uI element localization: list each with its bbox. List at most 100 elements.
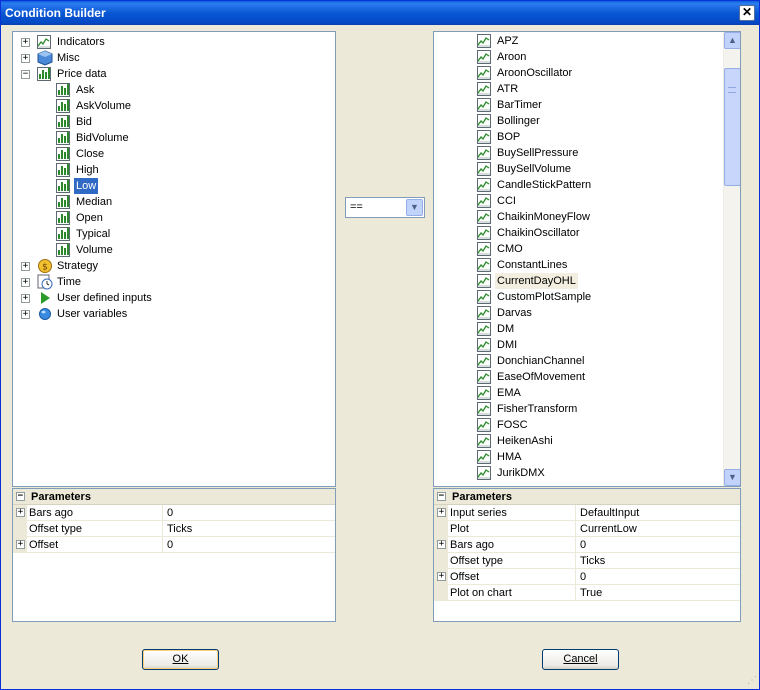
list-item[interactable]: BuySellPressure (434, 145, 722, 161)
tree-item-bid[interactable]: Bid (13, 114, 333, 130)
list-item[interactable]: ConstantLines (434, 257, 722, 273)
tree-item-user-variables[interactable]: + User variables (13, 306, 333, 322)
parameter-value[interactable]: 0 (162, 505, 335, 521)
list-item[interactable]: BuySellVolume (434, 161, 722, 177)
tree-item-low[interactable]: Low (13, 178, 333, 194)
expand-icon[interactable]: + (437, 572, 446, 581)
tree-item-median[interactable]: Median (13, 194, 333, 210)
list-item[interactable]: HeikenAshi (434, 433, 722, 449)
tree-item-bidvolume[interactable]: BidVolume (13, 130, 333, 146)
cancel-button[interactable]: Cancel (542, 649, 619, 670)
expand-icon[interactable]: + (21, 262, 30, 271)
tree-item-high[interactable]: High (13, 162, 333, 178)
tree-item-strategy[interactable]: + $ Strategy (13, 258, 333, 274)
parameters-header[interactable]: − Parameters (13, 489, 335, 505)
parameter-row[interactable]: + Offset 0 (13, 537, 335, 553)
list-item-label: DM (497, 323, 515, 335)
parameter-row[interactable]: Plot CurrentLow (434, 521, 740, 537)
tree-item-price-data[interactable]: − Price data (13, 66, 333, 82)
list-item[interactable]: FisherTransform (434, 401, 722, 417)
list-item[interactable]: CandleStickPattern (434, 177, 722, 193)
cube-icon (37, 50, 53, 66)
tree-item-open[interactable]: Open (13, 210, 333, 226)
list-item[interactable]: CustomPlotSample (434, 289, 722, 305)
tree-item-typical[interactable]: Typical (13, 226, 333, 242)
collapse-icon[interactable]: − (21, 70, 30, 79)
parameter-row[interactable]: Offset type Ticks (13, 521, 335, 537)
scroll-up-icon[interactable]: ▲ (724, 32, 740, 49)
expand-icon[interactable]: + (21, 54, 30, 63)
title-bar[interactable]: Condition Builder ✕ (1, 1, 759, 25)
list-item[interactable]: BOP (434, 129, 722, 145)
parameter-value[interactable]: 0 (162, 537, 335, 553)
list-item[interactable]: EaseOfMovement (434, 369, 722, 385)
parameter-row[interactable]: Offset type Ticks (434, 553, 740, 569)
list-item[interactable]: JurikDMX (434, 465, 722, 481)
parameter-value[interactable]: 0 (575, 537, 740, 553)
parameter-value[interactable]: Ticks (575, 553, 740, 569)
list-item[interactable]: HMA (434, 449, 722, 465)
list-item[interactable]: Darvas (434, 305, 722, 321)
ok-button[interactable]: OK (142, 649, 219, 670)
vertical-scrollbar[interactable]: ▲ ▼ (723, 32, 740, 486)
list-item[interactable]: DonchianChannel (434, 353, 722, 369)
tree-item-indicators[interactable]: + Indicators (13, 34, 333, 50)
parameter-row[interactable]: + Bars ago 0 (13, 505, 335, 521)
list-item[interactable]: DM (434, 321, 722, 337)
parameters-title: Parameters (31, 491, 91, 503)
operator-dropdown[interactable]: == ▼ (345, 197, 425, 218)
list-item[interactable]: ATR (434, 81, 722, 97)
bar-chart-icon (56, 211, 70, 225)
expand-icon[interactable]: + (16, 540, 25, 549)
list-item[interactable]: AroonOscillator (434, 65, 722, 81)
line-chart-icon (477, 338, 491, 352)
list-item[interactable]: CCI (434, 193, 722, 209)
parameter-value[interactable]: 0 (575, 569, 740, 585)
tree-item-misc[interactable]: + Misc (13, 50, 333, 66)
tree-item-time[interactable]: + Time (13, 274, 333, 290)
expand-icon[interactable]: + (21, 294, 30, 303)
parameter-value[interactable]: CurrentLow (575, 521, 740, 537)
list-item[interactable]: FOSC (434, 417, 722, 433)
expand-icon[interactable]: + (16, 508, 25, 517)
parameter-row[interactable]: + Input series DefaultInput (434, 505, 740, 521)
tree-item-askvolume[interactable]: AskVolume (13, 98, 333, 114)
collapse-icon[interactable]: − (437, 492, 446, 501)
scroll-down-icon[interactable]: ▼ (724, 469, 740, 486)
row-gutter (434, 585, 448, 601)
tree-item-volume[interactable]: Volume (13, 242, 333, 258)
line-chart-icon (477, 290, 491, 304)
expand-icon[interactable]: + (437, 540, 446, 549)
close-button[interactable]: ✕ (739, 5, 755, 21)
parameter-value[interactable]: DefaultInput (575, 505, 740, 521)
parameter-value[interactable]: True (575, 585, 740, 601)
scroll-thumb[interactable] (724, 68, 740, 186)
list-item[interactable]: CurrentDayOHL (434, 273, 722, 289)
list-item[interactable]: APZ (434, 33, 722, 49)
expand-icon[interactable]: + (21, 310, 30, 319)
parameter-row[interactable]: + Bars ago 0 (434, 537, 740, 553)
parameter-row[interactable]: + Offset 0 (434, 569, 740, 585)
list-item[interactable]: CMO (434, 241, 722, 257)
expand-icon[interactable]: + (437, 508, 446, 517)
parameter-value[interactable]: Ticks (162, 521, 335, 537)
list-item[interactable]: ChaikinMoneyFlow (434, 209, 722, 225)
resize-grip-icon[interactable]: ⋰ (745, 675, 757, 687)
parameters-header[interactable]: − Parameters (434, 489, 740, 505)
tree-item-close[interactable]: Close (13, 146, 333, 162)
collapse-icon[interactable]: − (16, 492, 25, 501)
line-chart-icon (477, 34, 491, 48)
chevron-down-icon[interactable]: ▼ (406, 199, 423, 216)
expand-icon[interactable]: + (21, 278, 30, 287)
list-item[interactable]: ChaikinOscillator (434, 225, 722, 241)
parameter-name: Input series (450, 507, 507, 519)
list-item[interactable]: Bollinger (434, 113, 722, 129)
list-item[interactable]: Aroon (434, 49, 722, 65)
list-item[interactable]: DMI (434, 337, 722, 353)
list-item[interactable]: BarTimer (434, 97, 722, 113)
list-item[interactable]: EMA (434, 385, 722, 401)
parameter-row[interactable]: Plot on chart True (434, 585, 740, 601)
tree-item-user-defined-inputs[interactable]: + User defined inputs (13, 290, 333, 306)
expand-icon[interactable]: + (21, 38, 30, 47)
tree-item-ask[interactable]: Ask (13, 82, 333, 98)
